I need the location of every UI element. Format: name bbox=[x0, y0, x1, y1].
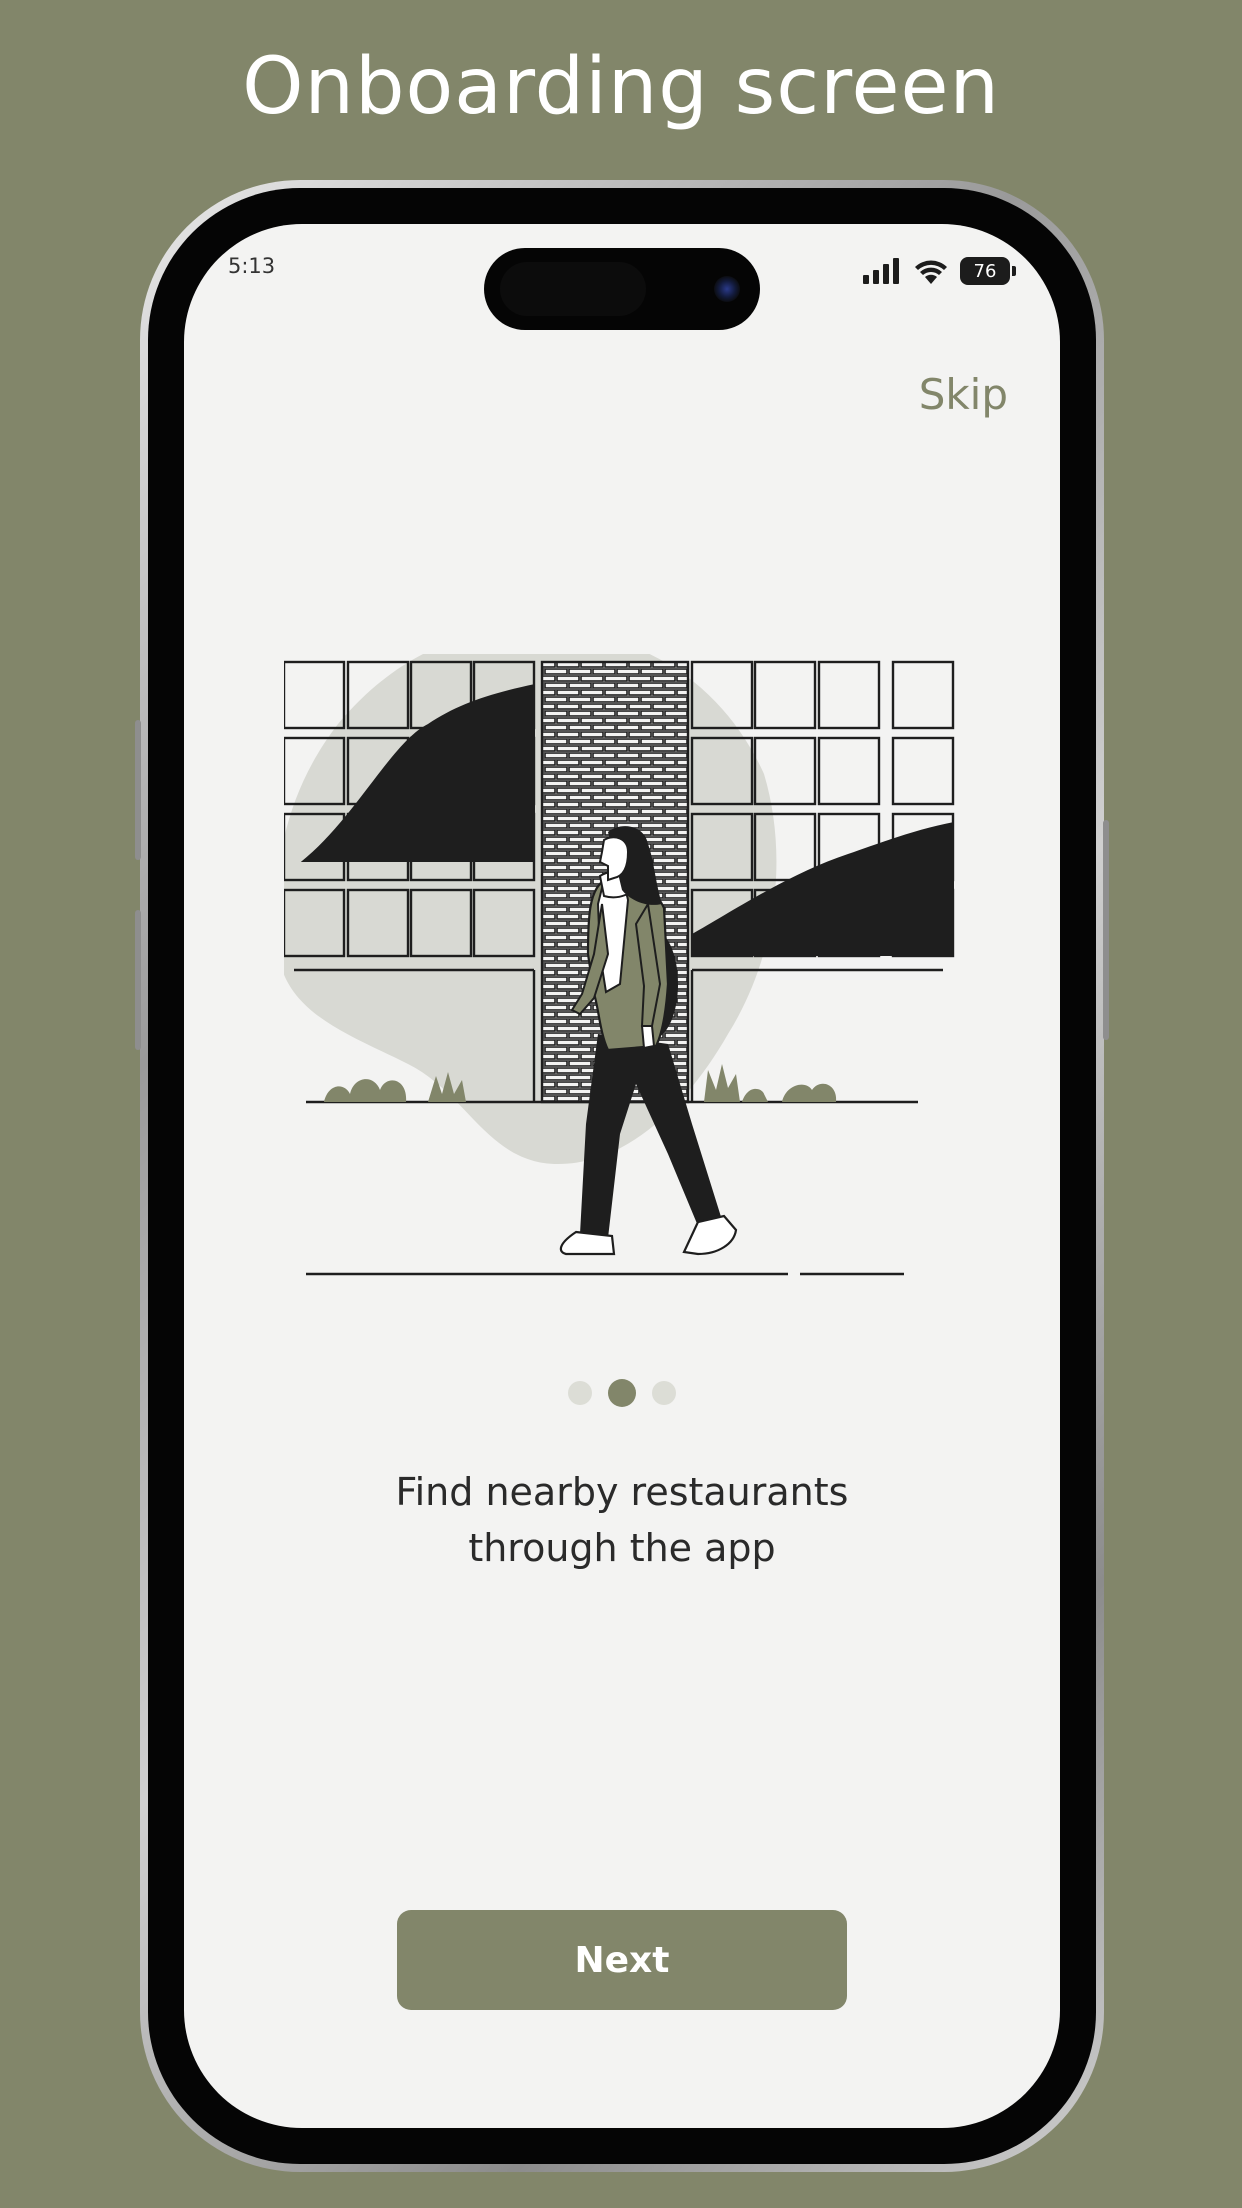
caption-line-2: through the app bbox=[468, 1526, 776, 1570]
next-button[interactable]: Next bbox=[397, 1910, 847, 2010]
status-time: 5:13 bbox=[228, 254, 276, 278]
cellular-signal-icon bbox=[863, 258, 899, 284]
page-dot-3[interactable] bbox=[652, 1381, 676, 1405]
page-dot-2-active[interactable] bbox=[608, 1379, 636, 1407]
action-button bbox=[135, 720, 141, 860]
page-title: Onboarding screen bbox=[242, 42, 1000, 132]
onboarding-caption: Find nearby restaurants through the app bbox=[184, 1464, 1060, 1576]
front-camera bbox=[714, 276, 740, 302]
island-sensor bbox=[500, 262, 646, 316]
walking-woman-illustration bbox=[284, 654, 955, 1276]
power-button bbox=[1103, 820, 1109, 1040]
page-dot-1[interactable] bbox=[568, 1381, 592, 1405]
battery-icon: 76 bbox=[960, 257, 1016, 285]
caption-line-1: Find nearby restaurants bbox=[395, 1470, 849, 1514]
skip-button[interactable]: Skip bbox=[919, 370, 1008, 419]
volume-button bbox=[135, 910, 141, 1050]
phone-screen: 5:13 76 Skip Find nearby restaurants thr… bbox=[184, 224, 1060, 2128]
wifi-icon bbox=[915, 260, 947, 284]
pagination-dots bbox=[184, 1379, 1060, 1407]
status-icons: 76 bbox=[862, 256, 1016, 286]
dynamic-island bbox=[484, 248, 760, 330]
